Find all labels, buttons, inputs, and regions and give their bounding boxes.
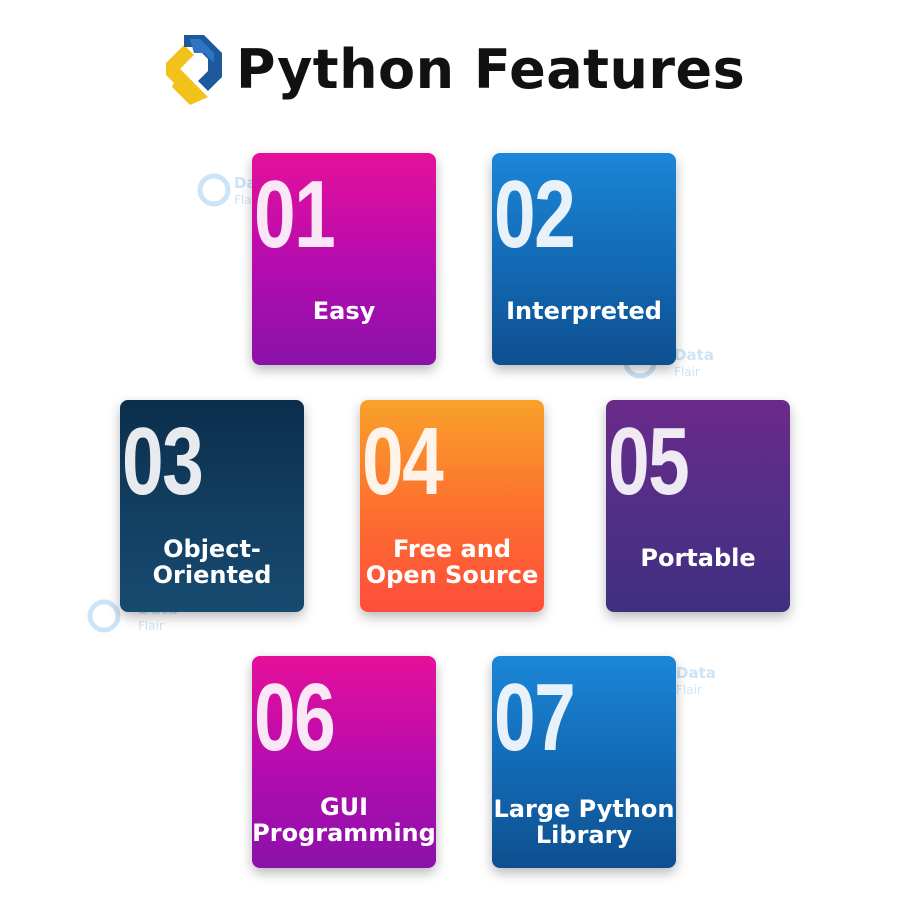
feature-card-free-open-source: 04 Free and Open Source [360,400,544,612]
feature-number: 04 [362,408,444,515]
feature-number: 03 [122,408,204,515]
feature-card-large-python-library: 07 Large Python Library [492,656,676,868]
feature-label: Large Python Library [493,795,675,849]
svg-text:Data: Data [674,346,714,364]
header: Python Features [160,30,745,110]
feature-label: GUI Programming [252,793,436,847]
page-title: Python Features [236,38,746,101]
feature-number: 01 [254,161,336,268]
svg-text:Flair: Flair [676,683,702,697]
feature-card-portable: 05 Portable [606,400,790,612]
feature-number: 02 [494,161,576,268]
svg-text:Flair: Flair [674,365,700,379]
feature-card-object-oriented: 03 Object- Oriented [120,400,304,612]
svg-text:Flair: Flair [138,619,164,633]
infographic-canvas: Python Features Data Flair Data Flair Da… [0,0,900,900]
feature-card-gui-programming: 06 GUI Programming [252,656,436,868]
dataflair-logo-icon [166,35,222,105]
feature-label: Portable [640,544,756,572]
feature-label: Object- Oriented [152,535,272,589]
feature-label: Interpreted [506,297,662,325]
feature-card-interpreted: 02 Interpreted [492,153,676,365]
feature-number: 05 [608,408,690,515]
feature-label: Free and Open Source [365,535,539,589]
feature-number: 06 [254,664,336,771]
feature-card-easy: 01 Easy [252,153,436,365]
feature-label: Easy [312,297,376,325]
svg-text:Data: Data [676,664,716,682]
feature-number: 07 [494,664,576,771]
